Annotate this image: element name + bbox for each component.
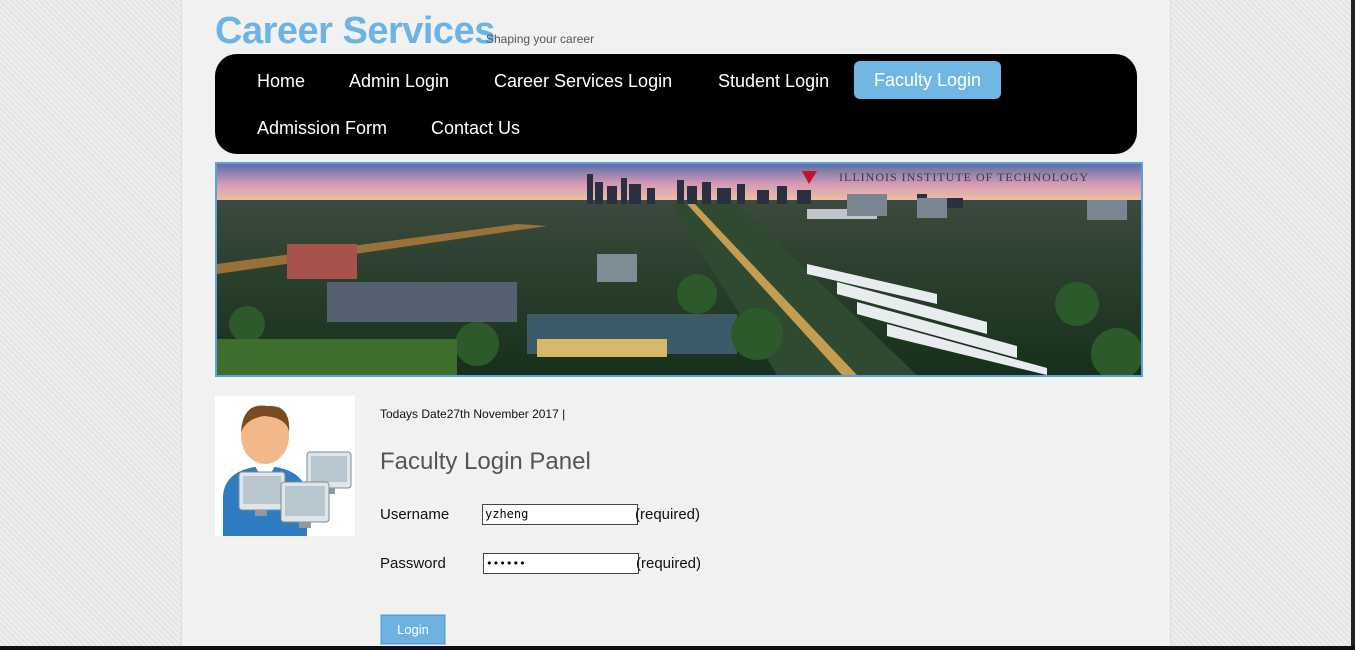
site-slogan: Shaping your career [486,32,595,46]
nav-student-login[interactable]: Student Login [698,62,849,100]
nav-home[interactable]: Home [237,62,325,100]
page-container: Career Services Shaping your career Home… [181,0,1171,650]
password-required-note: (required) [636,555,702,572]
nav-admin-login[interactable]: Admin Login [329,62,469,100]
password-label: Password [380,555,446,572]
taskbar-edge [0,646,1355,650]
nav-contact-us[interactable]: Contact Us [411,109,540,147]
username-field[interactable]: yzheng [482,504,638,525]
window-scrollbar[interactable] [1351,0,1355,646]
nav-faculty-login[interactable]: Faculty Login [854,61,1002,99]
site-title: Career Services [215,10,495,52]
campus-banner-image: ILLINOIS INSTITUTE OF TECHNOLOGY [215,162,1143,377]
nav-admission-form[interactable]: Admission Form [237,109,407,147]
faculty-avatar-icon [215,396,355,536]
main-nav: Home Admin Login Career Services Login S… [215,54,1137,154]
todays-date: Todays Date27th November 2017 | [380,407,566,421]
username-label: Username [380,506,450,523]
login-button[interactable]: Login [380,614,446,645]
nav-career-services-login[interactable]: Career Services Login [474,62,692,100]
username-required-note: (required) [635,506,701,523]
panel-title: Faculty Login Panel [380,448,591,475]
banner-institution-text: ILLINOIS INSTITUTE OF TECHNOLOGY [839,170,1089,184]
password-field[interactable]: •••••• [483,553,639,574]
